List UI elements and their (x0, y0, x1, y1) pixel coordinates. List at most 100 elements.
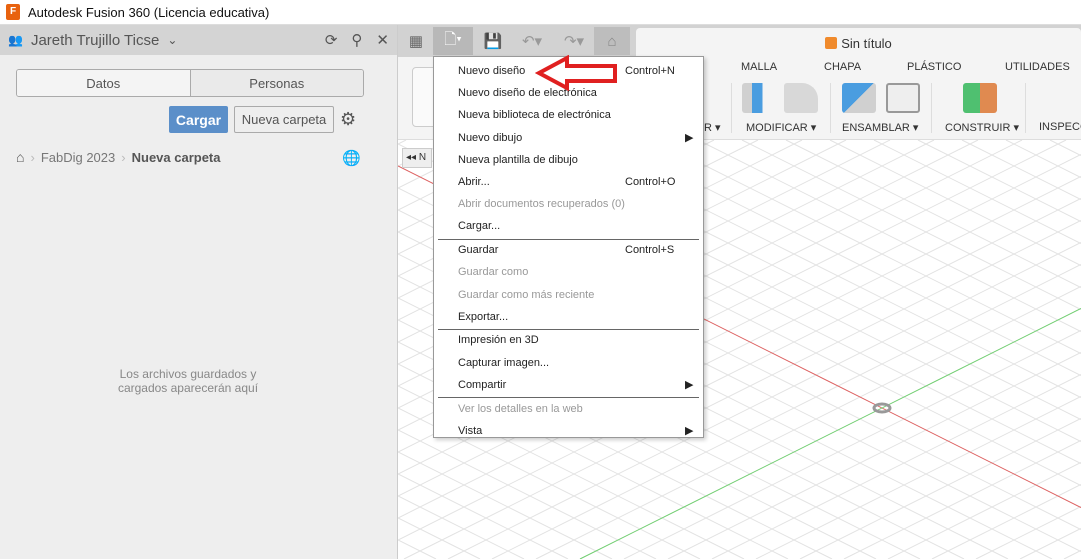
search-icon[interactable]: ⚲ (351, 31, 362, 49)
tab-chapa[interactable]: CHAPA (824, 61, 861, 73)
menu-item-shortcut: Control+S (625, 244, 675, 257)
upload-button[interactable]: Cargar (169, 106, 228, 133)
group-inspeccionar[interactable]: INSPECC (1039, 121, 1081, 133)
chevron-down-icon[interactable]: ⌄ (167, 33, 177, 47)
ribbon-divider (1025, 83, 1026, 133)
gear-icon[interactable]: ⚙ (340, 109, 356, 130)
grid-line (741, 140, 1081, 310)
home-icon[interactable]: ⌂ (594, 27, 630, 55)
menu-item-label: Nuevo diseño (458, 65, 526, 77)
save-icon[interactable]: 💾 (480, 27, 506, 55)
grid-line (711, 374, 1081, 559)
grid-line (887, 462, 1081, 559)
menu-item[interactable]: Guardar como más reciente (458, 284, 698, 306)
menu-item[interactable]: Nuevo dibujo ▶ (458, 127, 698, 149)
group-modificar[interactable]: MODIFICAR ▾ (746, 121, 816, 134)
menu-item-shortcut: Control+N (625, 65, 675, 77)
group-construir[interactable]: CONSTRUIR ▾ (945, 121, 1019, 134)
redo-icon[interactable]: ↷▾ (556, 27, 592, 55)
menu-item[interactable]: Abrir... Control+O (458, 171, 698, 193)
document-tab[interactable]: Sin título (636, 28, 1081, 58)
home-icon[interactable]: ⌂ (16, 149, 24, 165)
grid-line (1019, 528, 1081, 559)
grid-line (697, 140, 1081, 332)
menu-item-label: Guardar como (458, 266, 529, 279)
globe-visibility-icon[interactable]: 🌐 (342, 149, 361, 167)
breadcrumb-current: Nueva carpeta (131, 149, 221, 165)
grid-line (398, 517, 481, 559)
menu-item[interactable]: Abrir documentos recuperados (0) (458, 193, 698, 215)
menu-item-label: Compartir (458, 378, 507, 391)
breadcrumb-item[interactable]: FabDig 2023 (41, 150, 115, 165)
menu-item-label: Nueva biblioteca de electrónica (458, 109, 611, 122)
tab-malla[interactable]: MALLA (741, 61, 777, 73)
ribbon-divider (830, 83, 831, 133)
menu-item[interactable]: Vista ▶ (458, 420, 698, 442)
menu-item-label: Exportar... (458, 310, 509, 323)
menu-item-label: Abrir... (458, 176, 490, 188)
data-panel-tabs: Datos Personas (16, 69, 364, 97)
grid-line (1049, 140, 1081, 156)
new-component-icon[interactable] (842, 83, 876, 113)
menu-item-label: Guardar como más reciente (458, 288, 595, 301)
grid-line (755, 396, 1081, 559)
title-bar: F Autodesk Fusion 360 (Licencia educativ… (0, 0, 1081, 25)
group-create[interactable]: R ▾ (704, 121, 721, 134)
grid-line (843, 440, 1081, 559)
grid-line (1063, 550, 1081, 559)
tab-datos[interactable]: Datos (17, 70, 190, 96)
user-name[interactable]: Jareth Trujillo Ticse (31, 32, 159, 49)
submenu-arrow-icon: ▶ (685, 132, 694, 145)
menu-item-label: Nueva plantilla de dibujo (458, 153, 578, 166)
fillet-icon[interactable] (784, 83, 818, 113)
annotation-arrow (535, 55, 617, 91)
menu-item[interactable]: Nueva biblioteca de electrónica (458, 104, 698, 126)
grid-line (653, 140, 1081, 354)
file-menu-button[interactable]: 🗋▾ (433, 27, 473, 55)
menu-item[interactable]: Ver los detalles en la web (458, 398, 698, 420)
menu-item-label: Ver los detalles en la web (458, 402, 583, 415)
data-panel: 👥 Jareth Trujillo Ticse ⌄ ⟳ ⚲ ✕ Datos Pe… (0, 25, 398, 559)
data-panel-grid-icon[interactable]: ▦ (402, 27, 430, 55)
submenu-arrow-icon: ▶ (685, 425, 694, 438)
refresh-icon[interactable]: ⟳ (325, 31, 338, 49)
press-pull-icon[interactable] (742, 83, 776, 113)
empty-line-1: Los archivos guardados y (119, 367, 257, 381)
ribbon-divider (931, 83, 932, 133)
grid-line (931, 484, 1081, 559)
grid-line (799, 418, 1081, 559)
ribbon-divider (731, 83, 732, 133)
empty-state-text: Los archivos guardados y cargados aparec… (0, 367, 376, 395)
grid-line (667, 352, 1081, 559)
component-cube-icon (825, 37, 838, 49)
new-folder-button[interactable]: Nueva carpeta (234, 106, 334, 133)
browser-collapse-button[interactable]: ◂◂ N (402, 148, 432, 168)
menu-item[interactable]: Nueva plantilla de dibujo (458, 149, 698, 171)
grid-line (1005, 140, 1081, 178)
grid-line (398, 451, 613, 559)
menu-item[interactable]: Impresión en 3D (458, 329, 698, 351)
menu-item[interactable]: Guardar como (458, 261, 698, 283)
close-icon[interactable]: ✕ (376, 31, 389, 49)
chevron-right-icon: › (30, 149, 35, 165)
menu-item-label: Guardar (458, 244, 499, 257)
fusion-app-icon: F (6, 4, 20, 20)
tab-utilidades[interactable]: UTILIDADES (1005, 61, 1070, 73)
breadcrumb: ⌂ › FabDig 2023 › Nueva carpeta (16, 149, 221, 165)
tab-personas[interactable]: Personas (189, 70, 363, 96)
menu-item[interactable]: Exportar... (458, 306, 698, 328)
file-dropdown-menu: Nuevo diseño Control+N Nuevo diseño de ele… (433, 56, 704, 438)
tab-plastico[interactable]: PLÁSTICO (907, 61, 961, 73)
menu-item-label: Impresión en 3D (458, 334, 539, 347)
menu-item[interactable]: Guardar Control+S (458, 239, 698, 261)
offset-plane-icon[interactable] (963, 83, 997, 113)
menu-item[interactable]: Capturar imagen... (458, 352, 698, 374)
menu-item[interactable]: Compartir ▶ (458, 374, 698, 396)
menu-item-label: Vista (458, 424, 483, 437)
undo-icon[interactable]: ↶▾ (514, 27, 550, 55)
group-ensamblar[interactable]: ENSAMBLAR ▾ (842, 121, 918, 134)
menu-item[interactable]: Cargar... (458, 215, 698, 237)
grid-line (398, 539, 437, 559)
chevron-right-icon: › (121, 149, 126, 165)
joint-icon[interactable] (886, 83, 920, 113)
